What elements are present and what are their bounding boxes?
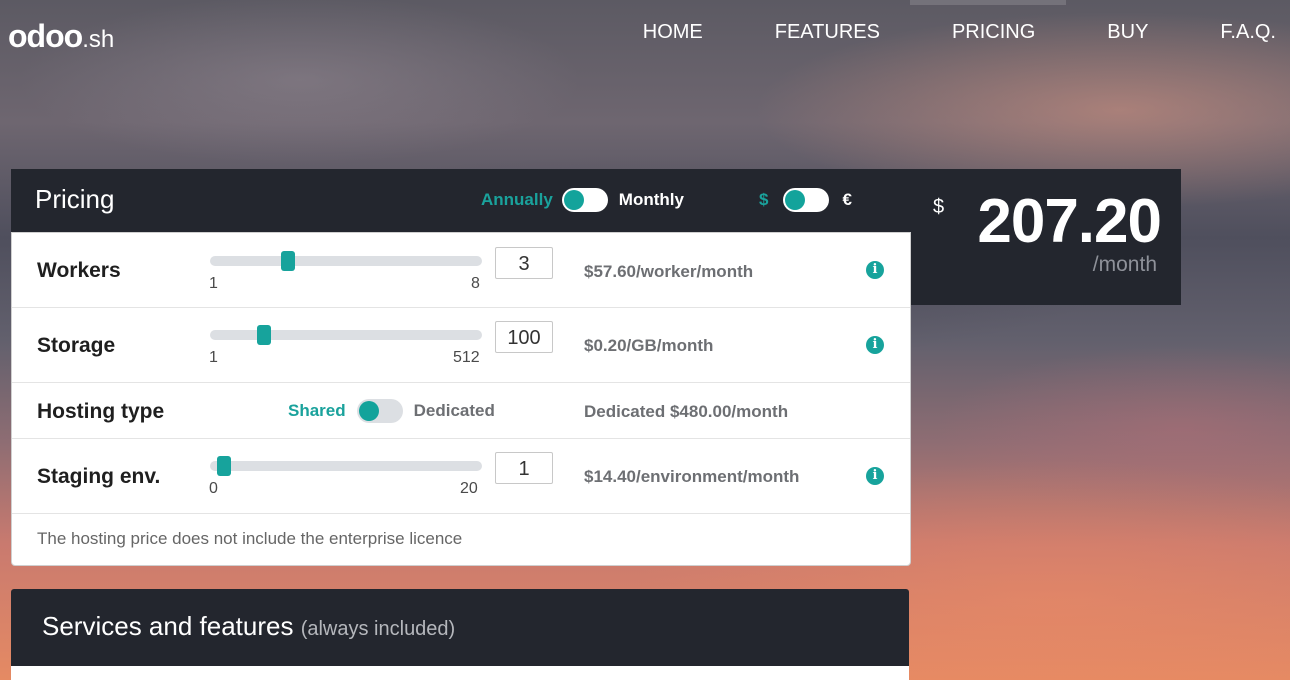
total-price: $ 207.20	[919, 186, 1162, 257]
nav-buy[interactable]: BUY	[1107, 21, 1148, 44]
staging-input[interactable]: 1	[495, 452, 553, 484]
storage-max: 512	[453, 349, 480, 366]
pricing-card: Workers 1 8 3 $57.60/worker/month i Stor…	[11, 232, 911, 566]
workers-slider-thumb[interactable]	[280, 251, 295, 271]
storage-info-icon[interactable]: i	[866, 336, 884, 354]
staging-label: Staging env.	[37, 465, 161, 488]
hosting-label: Hosting type	[37, 400, 165, 423]
services-header: Services and features (always included)	[11, 589, 909, 666]
staging-min: 0	[209, 480, 218, 497]
hosting-switch[interactable]	[356, 399, 403, 423]
hosting-shared-label[interactable]: Shared	[288, 401, 346, 421]
hosting-switch-knob	[358, 401, 379, 421]
top-navigation: HOME FEATURES PRICING BUY F.A.Q.	[643, 21, 1276, 44]
workers-min: 1	[209, 275, 218, 292]
nav-pricing[interactable]: PRICING	[952, 21, 1035, 44]
pricing-title: Pricing	[35, 184, 115, 214]
services-subtitle: (always included)	[300, 618, 456, 640]
licence-note: The hosting price does not include the e…	[37, 529, 463, 548]
staging-price: $14.40/environment/month	[584, 467, 800, 486]
nav-features[interactable]: FEATURES	[775, 21, 880, 44]
services-body	[11, 666, 909, 680]
hosting-price: Dedicated $480.00/month	[584, 402, 789, 421]
hosting-dedicated-label[interactable]: Dedicated	[414, 401, 495, 421]
workers-label: Workers	[37, 259, 121, 282]
staging-max: 20	[460, 480, 478, 497]
currency-toggle: $ €	[759, 188, 852, 212]
hosting-row: Hosting type Shared Dedicated Dedicated …	[12, 383, 910, 439]
total-price-period: /month	[1092, 253, 1157, 276]
currency-switch-knob	[785, 190, 806, 210]
staging-info-icon[interactable]: i	[866, 467, 884, 485]
workers-max: 8	[471, 275, 480, 292]
currency-euro-label[interactable]: €	[842, 190, 851, 210]
storage-slider[interactable]	[210, 325, 482, 345]
total-price-amount: 207.20	[977, 187, 1162, 256]
billing-period-toggle: Annually Monthly	[481, 188, 684, 212]
billing-monthly-label[interactable]: Monthly	[619, 190, 684, 210]
storage-price: $0.20/GB/month	[584, 336, 714, 355]
staging-slider-thumb[interactable]	[216, 456, 231, 476]
services-title: Services and features (always included)	[42, 611, 456, 641]
billing-switch-knob	[563, 190, 584, 210]
currency-switch[interactable]	[783, 188, 830, 212]
billing-annually-label[interactable]: Annually	[481, 190, 553, 210]
nav-faq[interactable]: F.A.Q.	[1220, 21, 1276, 44]
workers-info-icon[interactable]: i	[866, 261, 884, 279]
billing-switch[interactable]	[561, 188, 608, 212]
staging-row: Staging env. 0 20 1 $14.40/environment/m…	[12, 439, 910, 514]
total-currency-symbol: $	[933, 196, 945, 218]
currency-dollar-label[interactable]: $	[759, 190, 768, 210]
storage-min: 1	[209, 349, 218, 366]
storage-label: Storage	[37, 334, 116, 357]
storage-input[interactable]: 100	[495, 321, 553, 353]
workers-slider[interactable]	[210, 251, 482, 271]
odoo-sh-logo[interactable]: odoo.sh	[8, 18, 114, 55]
storage-slider-thumb[interactable]	[257, 325, 272, 345]
nav-home[interactable]: HOME	[643, 21, 703, 44]
hosting-type-toggle: Shared Dedicated	[288, 399, 495, 423]
workers-input[interactable]: 3	[495, 247, 553, 279]
storage-row: Storage 1 512 100 $0.20/GB/month i	[12, 308, 910, 383]
active-nav-indicator	[910, 0, 1066, 5]
staging-slider[interactable]	[210, 456, 482, 476]
workers-row: Workers 1 8 3 $57.60/worker/month i	[12, 233, 910, 308]
workers-price: $57.60/worker/month	[584, 262, 754, 281]
